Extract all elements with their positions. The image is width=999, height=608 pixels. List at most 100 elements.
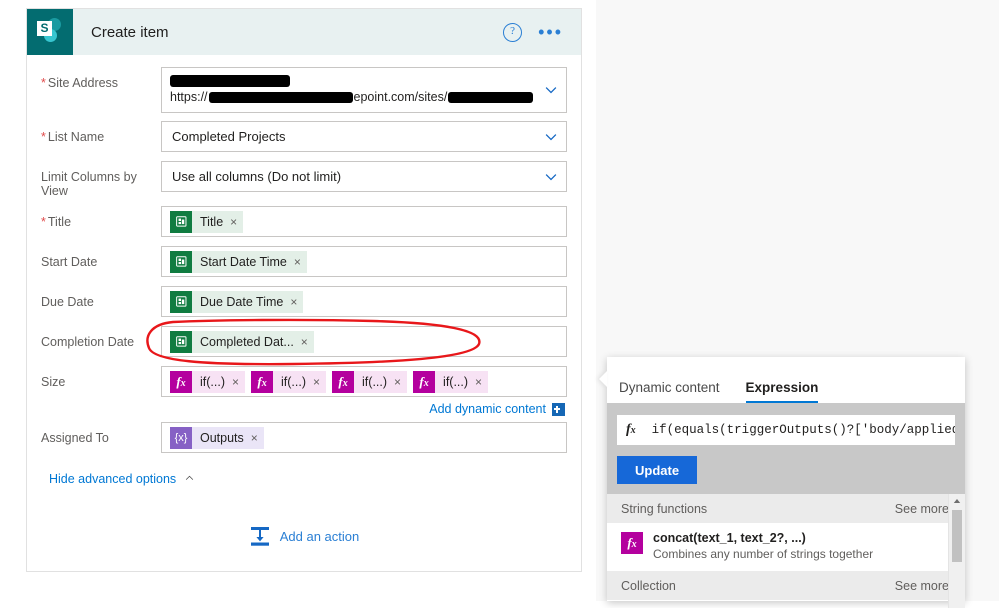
hide-advanced-options-label: Hide advanced options — [49, 472, 177, 486]
assigned-to-token-field[interactable]: {x} Outputs × — [161, 422, 567, 453]
expression-input[interactable]: fx if(equals(triggerOutputs()?['body/app… — [617, 415, 955, 445]
chevron-down-icon[interactable] — [543, 170, 557, 183]
completion-date-token-field[interactable]: Completed Dat... × — [161, 326, 567, 357]
due-date-token-field[interactable]: Due Date Time × — [161, 286, 567, 317]
expression-token[interactable]: fx if(...) × — [251, 370, 327, 393]
scrollbar-thumb[interactable] — [952, 510, 962, 562]
list-name-select[interactable]: Completed Projects — [161, 121, 567, 152]
section-header-string-functions: String functions See more — [607, 494, 965, 523]
function-description: Combines any number of strings together — [653, 547, 874, 561]
token-label: Due Date Time — [200, 294, 284, 309]
update-button[interactable]: Update — [617, 456, 698, 484]
form-row-limit-columns: Limit Columns by View Use all columns (D… — [41, 161, 567, 198]
dynamic-content-token[interactable]: Completed Dat... × — [170, 330, 314, 353]
page-title: Create item — [91, 23, 169, 41]
token-body: if(...) × — [435, 370, 489, 393]
expression-token[interactable]: fx if(...) × — [413, 370, 489, 393]
remove-token-icon[interactable]: × — [230, 215, 237, 229]
token-label: Completed Dat... — [200, 334, 294, 349]
tab-dynamic-content[interactable]: Dynamic content — [619, 380, 720, 403]
see-more-link[interactable]: See more — [895, 502, 949, 516]
planner-icon — [170, 290, 192, 313]
expression-token[interactable]: fx if(...) × — [332, 370, 408, 393]
chevron-up-icon — [183, 472, 196, 486]
field-label: Start Date — [41, 255, 98, 269]
site-address-content: https:// epoint.com/sites/ — [162, 68, 566, 112]
dynamic-content-token[interactable]: Title × — [170, 210, 244, 233]
output-token[interactable]: {x} Outputs × — [170, 426, 264, 449]
remove-token-icon[interactable]: × — [232, 375, 239, 389]
expression-value: if(equals(triggerOutputs()?['body/applie… — [651, 423, 955, 437]
flyout-tabs: Dynamic content Expression — [607, 357, 965, 403]
fx-icon: fx — [621, 532, 643, 554]
form-row-assigned-to: Assigned To {x} Outputs × — [41, 422, 567, 454]
function-list-scrollbar[interactable] — [948, 494, 965, 608]
required-marker: * — [41, 215, 46, 229]
start-date-token-field[interactable]: Start Date Time × — [161, 246, 567, 277]
header-actions: ? ••• — [503, 22, 581, 42]
remove-token-icon[interactable]: × — [475, 375, 482, 389]
dynamic-content-token[interactable]: Start Date Time × — [170, 250, 307, 273]
expression-flyout: Dynamic content Expression fx if(equals(… — [599, 357, 965, 608]
token-body: if(...) × — [273, 370, 327, 393]
fx-icon: fx — [170, 370, 192, 393]
remove-token-icon[interactable]: × — [294, 255, 301, 269]
function-item-text: concat(text_1, text_2?, ...) Combines an… — [653, 531, 873, 562]
insert-action-icon — [249, 525, 271, 547]
token-body: if(...) × — [192, 370, 246, 393]
fx-icon: fx — [626, 422, 636, 437]
section-title: Collection — [621, 578, 676, 593]
remove-token-icon[interactable]: × — [251, 431, 258, 445]
site-address-redacted-name — [170, 72, 558, 87]
form-row-size: Size fx if(...) × fx if(...) × fx if(...… — [41, 366, 567, 398]
help-icon[interactable]: ? — [503, 22, 523, 42]
expression-token[interactable]: fx if(...) × — [170, 370, 246, 393]
field-label: * List Name — [41, 130, 105, 144]
card-header: S Create item ? ••• — [27, 9, 581, 55]
hide-advanced-options-link[interactable]: Hide advanced options — [49, 472, 567, 486]
see-more-link[interactable]: See more — [895, 579, 949, 593]
token-body: Start Date Time × — [192, 250, 307, 273]
insert-dynamic-content-icon[interactable] — [552, 402, 565, 416]
function-name: concat(text_1, text_2?, ...) — [653, 531, 806, 545]
function-item-concat[interactable]: fx concat(text_1, text_2?, ...) Combines… — [607, 523, 965, 571]
dynamic-content-token[interactable]: Due Date Time × — [170, 290, 304, 313]
chevron-down-icon[interactable] — [543, 84, 557, 97]
token-label: if(...) — [281, 374, 307, 389]
flyout-pointer — [599, 371, 607, 387]
field-label: Size — [41, 375, 66, 389]
title-token-field[interactable]: Title × — [161, 206, 567, 237]
remove-token-icon[interactable]: × — [394, 375, 401, 389]
app-canvas: S Create item ? ••• * Site Address https… — [0, 0, 999, 608]
function-list: String functions See more fx concat(text… — [607, 494, 965, 608]
planner-icon — [170, 210, 192, 233]
form-row-completion-date: Completion Date Completed Dat... × — [41, 326, 567, 358]
remove-token-icon[interactable]: × — [290, 295, 297, 309]
size-token-field[interactable]: fx if(...) × fx if(...) × fx if(...) × f… — [161, 366, 567, 397]
token-label: Outputs — [200, 430, 244, 445]
field-label: Due Date — [41, 295, 94, 309]
fx-icon: fx — [251, 370, 274, 393]
field-label: Assigned To — [41, 431, 109, 445]
add-an-action[interactable]: Add an action — [27, 525, 581, 547]
tab-expression[interactable]: Expression — [745, 380, 818, 403]
field-label: Limit Columns by View — [41, 170, 137, 198]
token-body: Outputs × — [192, 426, 264, 449]
create-item-card: S Create item ? ••• * Site Address https… — [26, 8, 582, 572]
remove-token-icon[interactable]: × — [301, 335, 308, 349]
remove-token-icon[interactable]: × — [313, 375, 320, 389]
token-body: if(...) × — [354, 370, 408, 393]
chevron-down-icon[interactable] — [543, 130, 557, 143]
field-label: * Title — [41, 215, 72, 229]
fx-icon: fx — [332, 370, 355, 393]
add-dynamic-content-link[interactable]: Add dynamic content — [429, 402, 546, 416]
limit-columns-select[interactable]: Use all columns (Do not limit) — [161, 161, 567, 192]
form-row-start-date: Start Date Start Date Time × — [41, 246, 567, 278]
form-row-list-name: * List Name Completed Projects — [41, 121, 567, 153]
sharepoint-icon: S — [27, 9, 73, 55]
scroll-up-icon[interactable] — [949, 494, 965, 508]
more-options-icon[interactable]: ••• — [538, 23, 563, 41]
planner-icon — [170, 250, 192, 273]
add-dynamic-content-row: Add dynamic content — [41, 402, 567, 416]
site-address-input[interactable]: https:// epoint.com/sites/ — [161, 67, 567, 113]
